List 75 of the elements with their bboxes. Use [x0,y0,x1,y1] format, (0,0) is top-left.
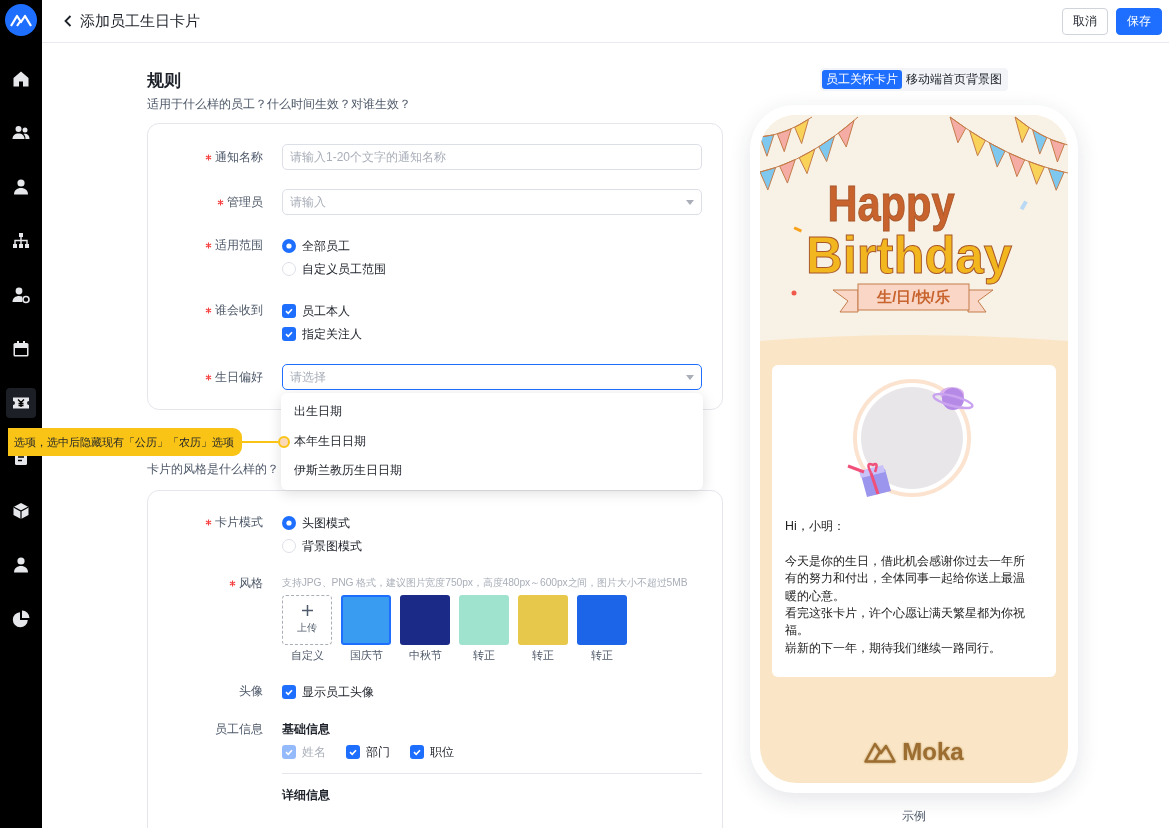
yen-ticket-icon[interactable] [6,388,36,418]
field-label: 适用范围 [215,237,263,254]
section-subtitle: 适用于什么样的员工？什么时间生效？对谁生效？ [147,97,412,111]
option-label: 员工本人 [302,302,350,320]
dropdown-option[interactable]: 伊斯兰教历生日日期 [294,463,402,477]
template-thumbnail[interactable] [341,595,391,645]
preview-tab[interactable]: 员工关怀卡片 [822,70,902,89]
option-label: 全部员工 [302,237,350,255]
plus-icon [301,605,313,616]
checkbox[interactable] [410,744,424,759]
option-label: 显示员工头像 [302,683,374,701]
radio-button[interactable] [282,515,296,530]
checkbox[interactable] [282,326,296,341]
planet-icon [932,387,974,410]
field-label: 通知名称 [215,149,263,166]
cancel-button[interactable]: 取消 [1062,7,1108,35]
logo-icon[interactable] [5,4,37,36]
confetti-dot [791,290,797,296]
back-icon[interactable] [64,15,72,27]
field-label: 管理员 [227,194,263,211]
radio-button[interactable] [282,261,296,276]
message-paragraph: 今天是你的生日，借此机会感谢你过去一年所有的努力和付出，全体同事一起给你送上最温暖的心意。 [785,552,1026,605]
option-label: 背景图模式 [302,537,362,555]
option-label: 部门 [366,743,390,761]
template-thumbnail[interactable] [577,595,627,645]
group-title: 基础信息 [282,722,331,736]
checkbox[interactable] [282,303,296,318]
brand-logo-icon [864,741,897,763]
gift-icon [846,462,891,497]
preview-caption: 示例 [902,808,926,825]
dropdown-option[interactable]: 出生日期 [294,404,342,418]
checkbox[interactable] [346,744,360,759]
group-title: 详细信息 [282,788,331,802]
confetti-piece [1019,200,1028,211]
greeting-text: Hi，小明： [785,518,846,535]
option-label: 姓名 [302,743,326,761]
template-caption: 自定义 [290,649,324,661]
template-caption: 转正 [591,649,613,661]
field-label: 风格 [239,576,263,590]
section-subtitle: 卡片的风格是什么样的？ [147,462,279,476]
save-button[interactable]: 保存 [1116,7,1162,35]
radio-button[interactable] [282,238,296,253]
option-label: 职位 [430,743,454,761]
brand-name: Moka [902,739,964,765]
template-caption: 转正 [532,649,554,661]
text-field[interactable]: 请输入1-20个文字的通知名称 [282,144,702,170]
message-paragraph: 崭新的下一年，期待我们继续一路同行。 [785,639,1002,657]
template-thumbnail[interactable] [518,595,568,645]
template-thumbnail[interactable] [400,595,450,645]
preview-tab[interactable]: 移动端首页背景图 [902,70,1006,89]
upload-button[interactable]: 上传 [282,595,332,645]
checkbox[interactable] [282,684,296,699]
template-caption: 转正 [473,649,495,661]
radio-button[interactable] [282,538,296,553]
field-label: 员工信息 [215,722,263,736]
field-label: 卡片模式 [215,514,263,531]
template-caption: 中秋节 [408,649,442,661]
template-caption: 国庆节 [349,649,383,661]
leader-line [242,440,278,443]
message-paragraph: 看完这张卡片，许个心愿让满天繁星都为你祝福。 [785,605,1026,640]
dropdown-option[interactable]: 本年生日日期 [294,433,366,448]
marker-dot [278,435,290,448]
option-label: 自定义员工范围 [302,260,386,278]
field-label: 谁会收到 [215,302,263,319]
template-thumbnail[interactable] [459,595,509,645]
section-title: 规则 [147,70,182,92]
option-label: 头图模式 [302,514,350,532]
field-label: 头像 [239,683,263,700]
field-label: 生日偏好 [215,369,263,386]
confetti-piece [793,226,803,233]
hint-text: 支持JPG、PNG 格式，建议图片宽度750px，高度480px～600px之间，图片大小不超过5MB [282,576,689,590]
banner-text: 生/日/快/乐 [877,288,950,305]
annotation-tooltip: 选项，选中后隐藏现有「公历」「农历」选项 [8,427,242,456]
page-title: 添加员工生日卡片 [80,10,200,31]
option-label: 指定关注人 [302,325,362,343]
